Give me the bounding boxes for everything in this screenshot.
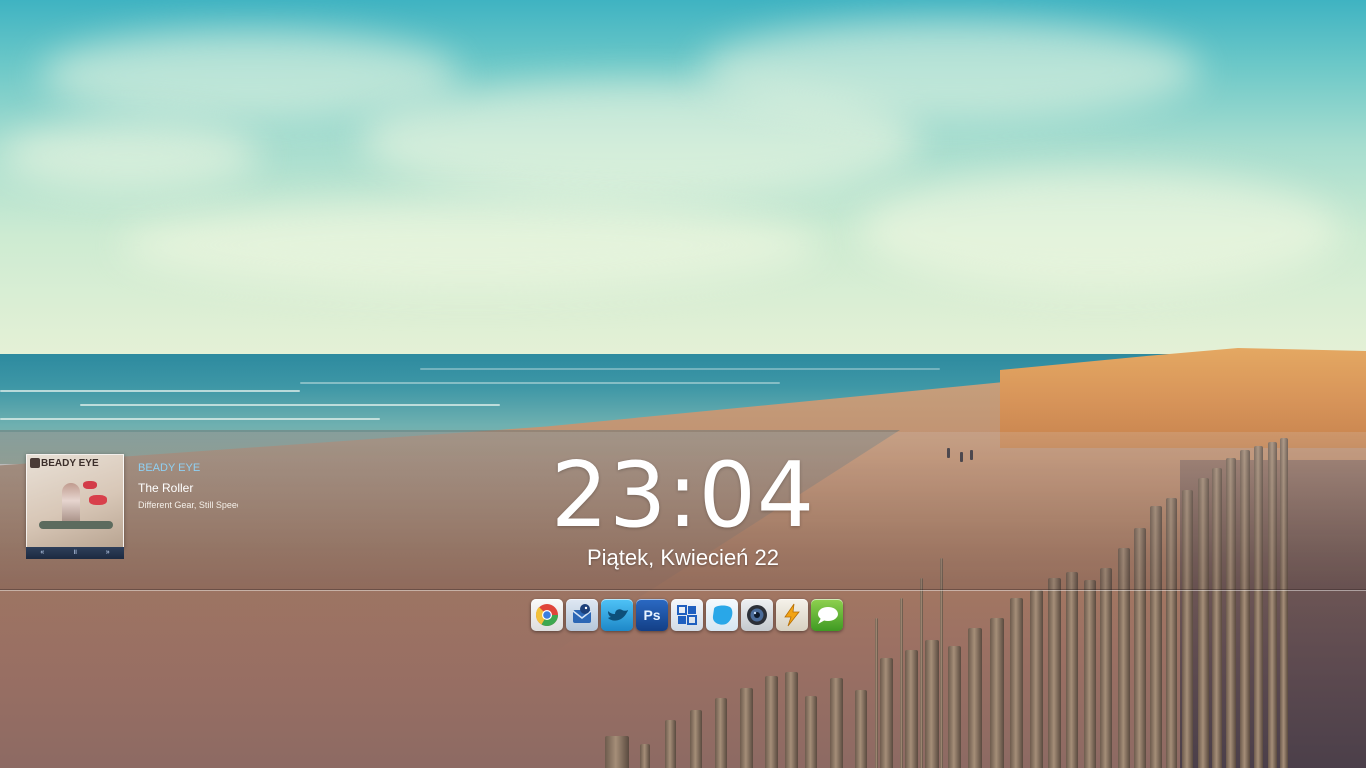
wallpaper-cloud bbox=[120, 200, 820, 290]
wallpaper-fence-post bbox=[875, 618, 878, 768]
camera-icon[interactable] bbox=[741, 599, 773, 631]
album-art-title: BEADY EYE bbox=[41, 458, 99, 469]
previous-track-button[interactable]: « bbox=[40, 547, 44, 559]
wallpaper-fence-post bbox=[900, 598, 903, 768]
wallpaper-fence-post bbox=[765, 676, 778, 768]
wallpaper-fence-post bbox=[1066, 572, 1078, 768]
wallpaper-fence-post bbox=[690, 710, 702, 768]
wallpaper-cloud bbox=[700, 20, 1200, 120]
wallpaper-fence-post bbox=[1030, 590, 1043, 768]
wallpaper-fence-post bbox=[855, 690, 867, 768]
track-title: The Roller bbox=[138, 481, 194, 495]
play-pause-button[interactable]: ॥ bbox=[73, 547, 77, 559]
album-art-badge bbox=[30, 458, 40, 468]
photoshop-label: Ps bbox=[643, 607, 661, 623]
next-track-button[interactable]: » bbox=[106, 547, 110, 559]
player-controls: « ॥ » bbox=[26, 547, 124, 559]
wallpaper-fence-post bbox=[1048, 578, 1061, 768]
clock-date: Piątek, Kwiecień 22 bbox=[587, 545, 779, 570]
wallpaper-fence-post bbox=[920, 578, 923, 768]
wallpaper-fence-post bbox=[948, 646, 961, 768]
winamp-icon[interactable] bbox=[776, 599, 808, 631]
album-art-sign bbox=[83, 481, 97, 489]
wallpaper-fence-post bbox=[605, 736, 629, 768]
lock-band-divider bbox=[0, 589, 1366, 590]
app-dock: Ps bbox=[531, 599, 849, 633]
wallpaper-cloud bbox=[860, 170, 1340, 290]
photoshop-icon[interactable]: Ps bbox=[636, 599, 668, 631]
track-artist: BEADY EYE bbox=[138, 462, 201, 474]
wallpaper-fence-post bbox=[715, 698, 727, 768]
wallpaper-fence-post bbox=[1084, 580, 1096, 768]
wallpaper-fence-post bbox=[880, 658, 893, 768]
wallpaper-fence-post bbox=[805, 696, 817, 768]
messages-icon[interactable] bbox=[811, 599, 843, 631]
clock-time: 23:04 bbox=[550, 443, 816, 548]
album-art-sign bbox=[89, 495, 107, 505]
wallpaper-beach bbox=[0, 0, 1366, 768]
album-art[interactable]: BEADY EYE bbox=[26, 454, 124, 548]
album-art-crocodile bbox=[39, 521, 113, 529]
track-album: Different Gear, Still Speeding bbox=[138, 500, 238, 510]
wallpaper-fence-post bbox=[740, 688, 753, 768]
wallpaper-fence-post bbox=[785, 672, 798, 768]
wallpaper-fence-post bbox=[968, 628, 982, 768]
wallpaper-fence-post bbox=[1100, 568, 1112, 768]
wallpaper-fence-post bbox=[640, 744, 650, 768]
windows-icon[interactable] bbox=[671, 599, 703, 631]
chrome-icon[interactable] bbox=[531, 599, 563, 631]
skype-icon[interactable] bbox=[706, 599, 738, 631]
desktop: 23:04 Piątek, Kwiecień 22 BEADY EYE « ॥ … bbox=[0, 0, 1366, 768]
music-widget: BEADY EYE « ॥ » BEADY EYE The Roller Dif… bbox=[24, 453, 254, 563]
wallpaper-fence-post bbox=[665, 720, 676, 768]
thunderbird-icon[interactable] bbox=[566, 599, 598, 631]
wallpaper-cloud bbox=[40, 30, 460, 120]
wallpaper-fence-post bbox=[905, 650, 918, 768]
wallpaper-cloud bbox=[0, 120, 260, 190]
wallpaper-fence-post bbox=[830, 678, 843, 768]
wallpaper-fence-post bbox=[1010, 598, 1023, 768]
wallpaper-fence-post bbox=[925, 640, 939, 768]
wallpaper-fence-post bbox=[990, 618, 1004, 768]
twitter-bird-icon[interactable] bbox=[601, 599, 633, 631]
